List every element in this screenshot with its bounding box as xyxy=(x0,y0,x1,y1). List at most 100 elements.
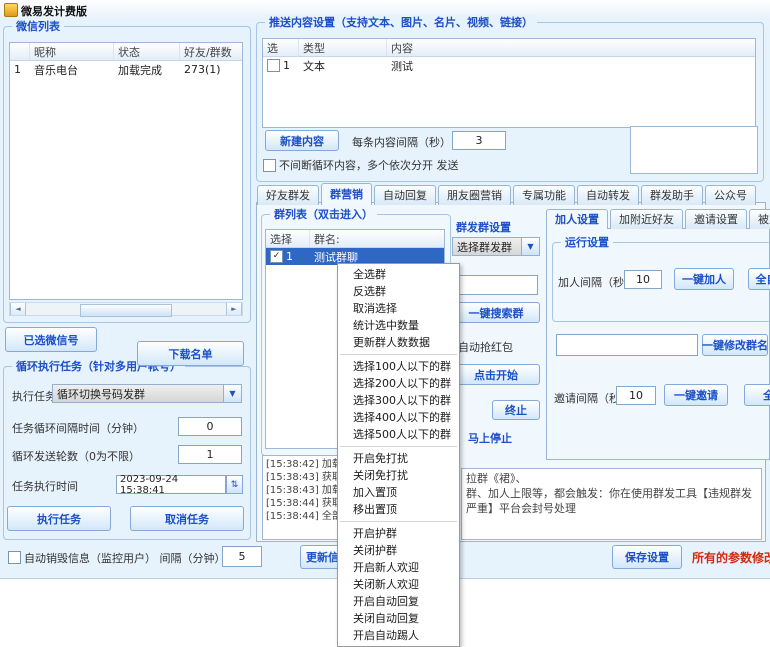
run-settings-title: 运行设置 xyxy=(561,235,613,250)
row-checkbox[interactable] xyxy=(267,59,280,72)
col-content: 内容 xyxy=(387,39,755,56)
send-group-select[interactable]: 选择群发群 ▼ xyxy=(452,237,540,256)
start-button[interactable]: 点击开始 xyxy=(452,364,540,385)
main-tab-strip: 好友群发 群营销 自动回复 朋友圈营销 专属功能 自动转发 群发助手 公众号 xyxy=(257,183,758,205)
one-key-invite-button[interactable]: 一键邀请 xyxy=(664,384,728,406)
send-group-label: 群发群设置 xyxy=(456,219,511,235)
loop-checkbox-label: 不间断循环内容，多个依次分开 发送 xyxy=(279,157,459,173)
wechat-table: 昵称 状态 好友/群数 1 音乐电台 加载完成 273(1) xyxy=(9,42,243,300)
task-rounds-label: 循环发送轮数（0为不限） xyxy=(12,448,140,464)
cell-content: 测试 xyxy=(387,58,755,74)
table-row[interactable]: 1 文本 测试 xyxy=(263,57,755,74)
new-content-button[interactable]: 新建内容 xyxy=(265,130,339,151)
task-interval-input[interactable] xyxy=(178,417,242,436)
menu-item[interactable]: 关闭新人欢迎 xyxy=(338,576,459,593)
menu-item[interactable]: 选择200人以下的群 xyxy=(338,375,459,392)
tab-add-people[interactable]: 加人设置 xyxy=(546,209,608,229)
menu-item[interactable]: 开启新人欢迎 xyxy=(338,559,459,576)
rename-input[interactable] xyxy=(556,334,698,356)
row-checkbox-checked[interactable]: ✓ xyxy=(270,250,283,263)
auto-destroy-label: 自动销毁信息（监控用户） 间隔（分钟） xyxy=(24,550,226,566)
col-select: 选择 xyxy=(266,230,310,247)
menu-item[interactable]: 开启护群 xyxy=(338,525,459,542)
save-settings-button[interactable]: 保存设置 xyxy=(612,545,682,569)
run-task-button[interactable]: 执行任务 xyxy=(7,506,111,531)
scrollbar-thumb[interactable] xyxy=(80,304,172,317)
tab-be-added[interactable]: 被人添加 xyxy=(749,209,770,229)
menu-item[interactable]: 关闭护群 xyxy=(338,542,459,559)
col-index xyxy=(10,43,30,60)
task-rounds-input[interactable] xyxy=(178,445,242,464)
auto-destroy-checkbox[interactable] xyxy=(8,551,21,564)
notice-box: 拉群《裙》、 群、加人上限等，都会触发：你在使用群发工具【违规群发严重】平台会封… xyxy=(461,468,762,540)
menu-item[interactable]: 加入置顶 xyxy=(338,484,459,501)
menu-item[interactable]: 关闭自动回复 xyxy=(338,610,459,627)
horizontal-scrollbar[interactable]: ◄ ► xyxy=(9,302,243,316)
tab-auto-reply[interactable]: 自动回复 xyxy=(374,185,436,205)
col-counts: 好友/群数 xyxy=(180,43,240,60)
notice-line: 群、加人上限等，都会触发：你在使用群发工具【违规群发严重】平台会封号处理 xyxy=(466,486,757,516)
search-group-button[interactable]: 一键搜索群 xyxy=(452,302,540,323)
menu-separator xyxy=(340,521,457,522)
group-search-input[interactable] xyxy=(456,275,538,295)
task-interval-label: 任务循环间隔时间（分钟） xyxy=(12,420,144,436)
menu-item[interactable]: 选择400人以下的群 xyxy=(338,409,459,426)
app-root: 微易发计费版 微信列表 昵称 状态 好友/群数 1 音乐电台 加载完成 273(… xyxy=(0,0,770,647)
tab-special[interactable]: 专属功能 xyxy=(513,185,575,205)
tab-friend-send[interactable]: 好友群发 xyxy=(257,185,319,205)
chevron-down-icon[interactable]: ▼ xyxy=(223,385,241,402)
add-interval-input[interactable] xyxy=(624,270,662,289)
col-select: 选 xyxy=(263,39,299,56)
menu-item[interactable]: 移出置顶 xyxy=(338,501,459,518)
tab-group-marketing[interactable]: 群营销 xyxy=(321,183,372,205)
menu-item[interactable]: 反选群 xyxy=(338,283,459,300)
loop-checkbox[interactable] xyxy=(263,159,276,172)
menu-item[interactable]: 选择500人以下的群 xyxy=(338,426,459,443)
content-preview-box xyxy=(630,126,758,174)
menu-item[interactable]: 全选群 xyxy=(338,266,459,283)
chevron-down-icon[interactable]: ▼ xyxy=(521,238,539,255)
stop-now-label[interactable]: 马上停止 xyxy=(468,430,512,446)
download-list-button[interactable]: 下载名单 xyxy=(137,341,244,366)
scroll-left-icon[interactable]: ◄ xyxy=(10,303,26,315)
tab-auto-forward[interactable]: 自动转发 xyxy=(577,185,639,205)
menu-item[interactable]: 取消选择 xyxy=(338,300,459,317)
exec-task-label: 执行任务 xyxy=(12,388,56,404)
selected-wechat-button[interactable]: 已选微信号 xyxy=(5,327,97,352)
auto-add-button[interactable]: 全自动加人 xyxy=(748,268,770,290)
tab-send-helper[interactable]: 群发助手 xyxy=(641,185,703,205)
scroll-right-icon[interactable]: ► xyxy=(226,303,242,315)
menu-item[interactable]: 开启自动回复 xyxy=(338,593,459,610)
menu-item[interactable]: 更新群人数数据 xyxy=(338,334,459,351)
tab-official-account[interactable]: 公众号 xyxy=(705,185,756,205)
cell-counts: 273(1) xyxy=(180,63,240,76)
menu-item[interactable]: 开启免打扰 xyxy=(338,450,459,467)
abort-button[interactable]: 终止 xyxy=(492,400,540,420)
cancel-task-button[interactable]: 取消任务 xyxy=(130,506,244,531)
right-tab-strip: 加人设置 加附近好友 邀请设置 被人添加 其他 xyxy=(546,209,770,229)
one-key-add-button[interactable]: 一键加人 xyxy=(674,268,734,290)
tab-invite-settings[interactable]: 邀请设置 xyxy=(685,209,747,229)
exec-task-select[interactable]: 循环切换号码发群 ▼ xyxy=(52,384,242,403)
send-group-value: 选择群发群 xyxy=(453,239,521,255)
time-spinner-icon[interactable]: ⇅ xyxy=(226,475,243,494)
menu-item[interactable]: 选择300人以下的群 xyxy=(338,392,459,409)
cell-index: 1 xyxy=(10,63,30,76)
col-nickname: 昵称 xyxy=(30,43,114,60)
task-time-input[interactable]: 2023-09-24 15:38:41 xyxy=(116,475,226,494)
cell-type: 文本 xyxy=(299,58,387,74)
menu-item[interactable]: 开启自动踢人 xyxy=(338,627,459,644)
cell-select: ✓ 1 xyxy=(266,250,310,263)
menu-item[interactable]: 统计选中数量 xyxy=(338,317,459,334)
tab-add-nearby[interactable]: 加附近好友 xyxy=(610,209,683,229)
table-row[interactable]: 1 音乐电台 加载完成 273(1) xyxy=(10,61,242,78)
rename-group-button[interactable]: 一键修改群名 xyxy=(702,334,768,356)
gap-input[interactable] xyxy=(452,131,506,150)
menu-item[interactable]: 选择100人以下的群 xyxy=(338,358,459,375)
tab-moments[interactable]: 朋友圈营销 xyxy=(438,185,511,205)
invite-interval-input[interactable] xyxy=(616,386,656,405)
menu-item[interactable]: 关闭免打扰 xyxy=(338,467,459,484)
select-all-button[interactable]: 全选 xyxy=(744,384,770,406)
save-warning-text: 所有的参数修改需要保存后生效 xyxy=(692,549,770,566)
auto-destroy-interval-input[interactable] xyxy=(222,546,262,567)
